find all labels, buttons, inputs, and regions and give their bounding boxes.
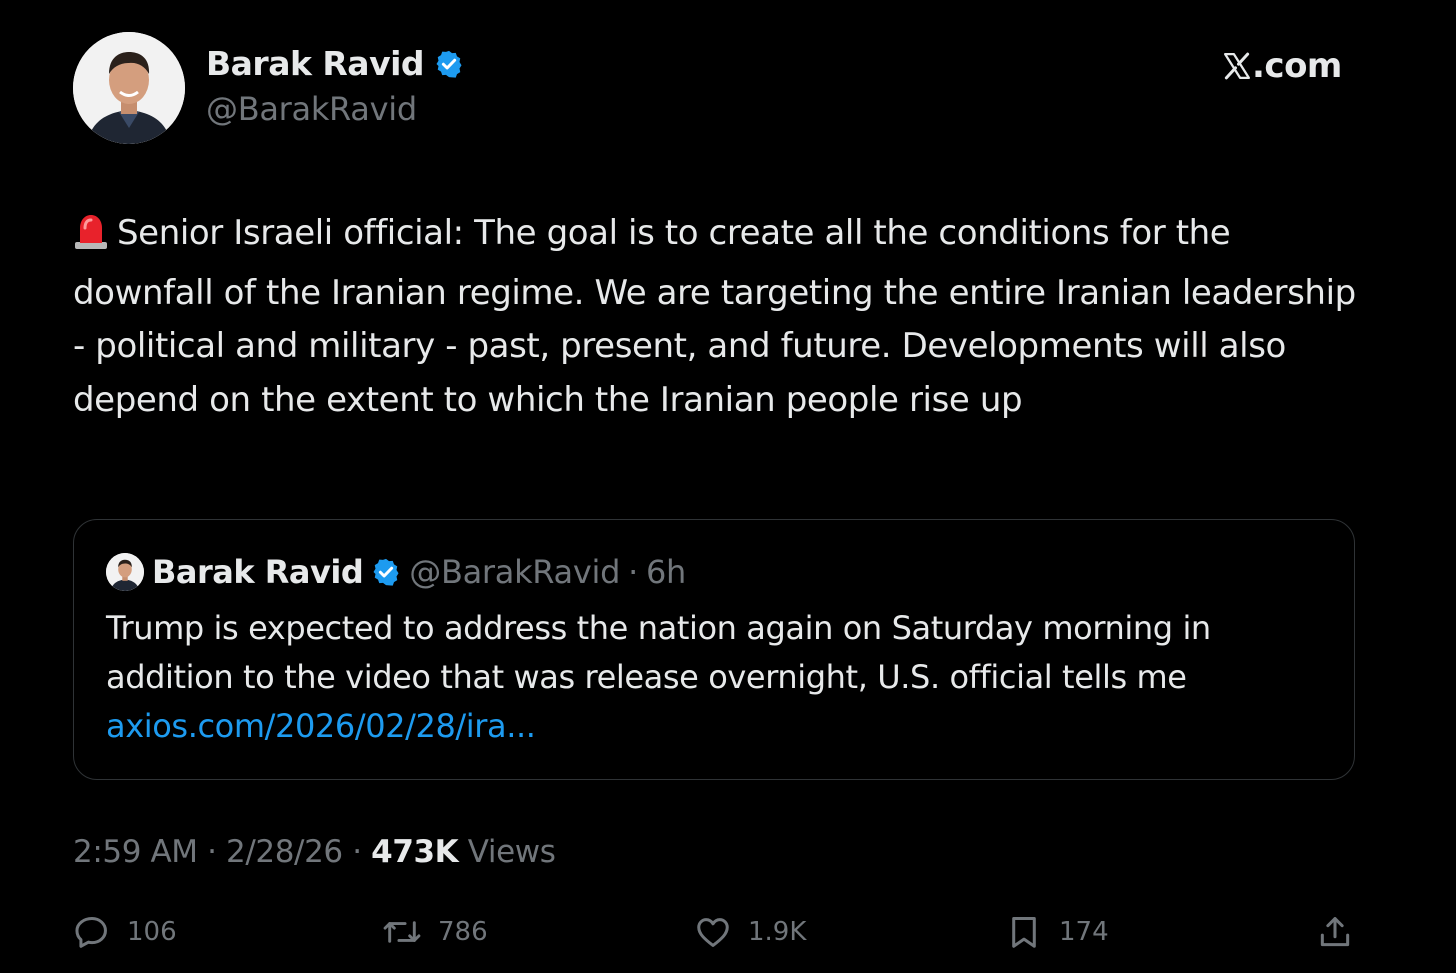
repost-button[interactable]: 786 bbox=[382, 910, 488, 954]
meta-separator: · bbox=[352, 834, 362, 870]
verified-badge-icon bbox=[371, 557, 401, 587]
quote-link[interactable]: axios.com/2026/02/28/ira... bbox=[106, 707, 536, 745]
views-count: 473K bbox=[371, 834, 459, 870]
author-name[interactable]: Barak Ravid bbox=[206, 44, 464, 83]
quote-author-handle: @BarakRavid bbox=[409, 553, 621, 591]
tweet-text: Senior Israeli official: The goal is to … bbox=[73, 207, 1363, 427]
quote-body: Trump is expected to address the nation … bbox=[106, 609, 1211, 696]
police-light-icon bbox=[73, 212, 109, 267]
reply-button[interactable]: 106 bbox=[73, 910, 177, 954]
repost-count: 786 bbox=[438, 917, 488, 947]
like-button[interactable]: 1.9K bbox=[694, 910, 806, 954]
reply-icon bbox=[73, 913, 111, 951]
tweet-meta: 2:59 AM · 2/28/26 · 473K Views bbox=[73, 834, 556, 870]
x-logo-icon bbox=[1222, 51, 1252, 81]
quote-tweet-card[interactable]: Barak Ravid @BarakRavid · 6h Trump is ex… bbox=[73, 519, 1355, 780]
meta-separator: · bbox=[207, 834, 217, 870]
site-brand[interactable]: .com bbox=[1222, 46, 1342, 86]
bookmark-count: 174 bbox=[1059, 917, 1109, 947]
author-avatar[interactable] bbox=[73, 32, 185, 144]
quote-separator: · bbox=[628, 553, 638, 591]
site-domain: .com bbox=[1252, 46, 1342, 86]
like-count: 1.9K bbox=[748, 917, 807, 947]
bookmark-icon bbox=[1005, 913, 1043, 951]
views-label: Views bbox=[467, 834, 556, 870]
bookmark-button[interactable]: 174 bbox=[1005, 910, 1109, 954]
quote-author-avatar bbox=[106, 553, 144, 591]
quote-text: Trump is expected to address the nation … bbox=[106, 604, 1306, 751]
tweet-time[interactable]: 2:59 AM bbox=[73, 834, 198, 870]
repost-icon bbox=[382, 913, 422, 951]
quote-timestamp: 6h bbox=[645, 553, 687, 591]
reply-count: 106 bbox=[127, 917, 177, 947]
share-button[interactable] bbox=[1316, 910, 1354, 954]
verified-badge-icon bbox=[434, 49, 464, 79]
quote-author-name: Barak Ravid bbox=[152, 553, 364, 591]
author-name-text: Barak Ravid bbox=[206, 44, 425, 83]
tweet-date[interactable]: 2/28/26 bbox=[226, 834, 343, 870]
share-icon bbox=[1316, 913, 1354, 951]
author-handle[interactable]: @BarakRavid bbox=[206, 90, 417, 128]
quote-header: Barak Ravid @BarakRavid · 6h bbox=[106, 552, 686, 592]
heart-icon bbox=[694, 913, 732, 951]
tweet-body: Senior Israeli official: The goal is to … bbox=[73, 213, 1356, 420]
